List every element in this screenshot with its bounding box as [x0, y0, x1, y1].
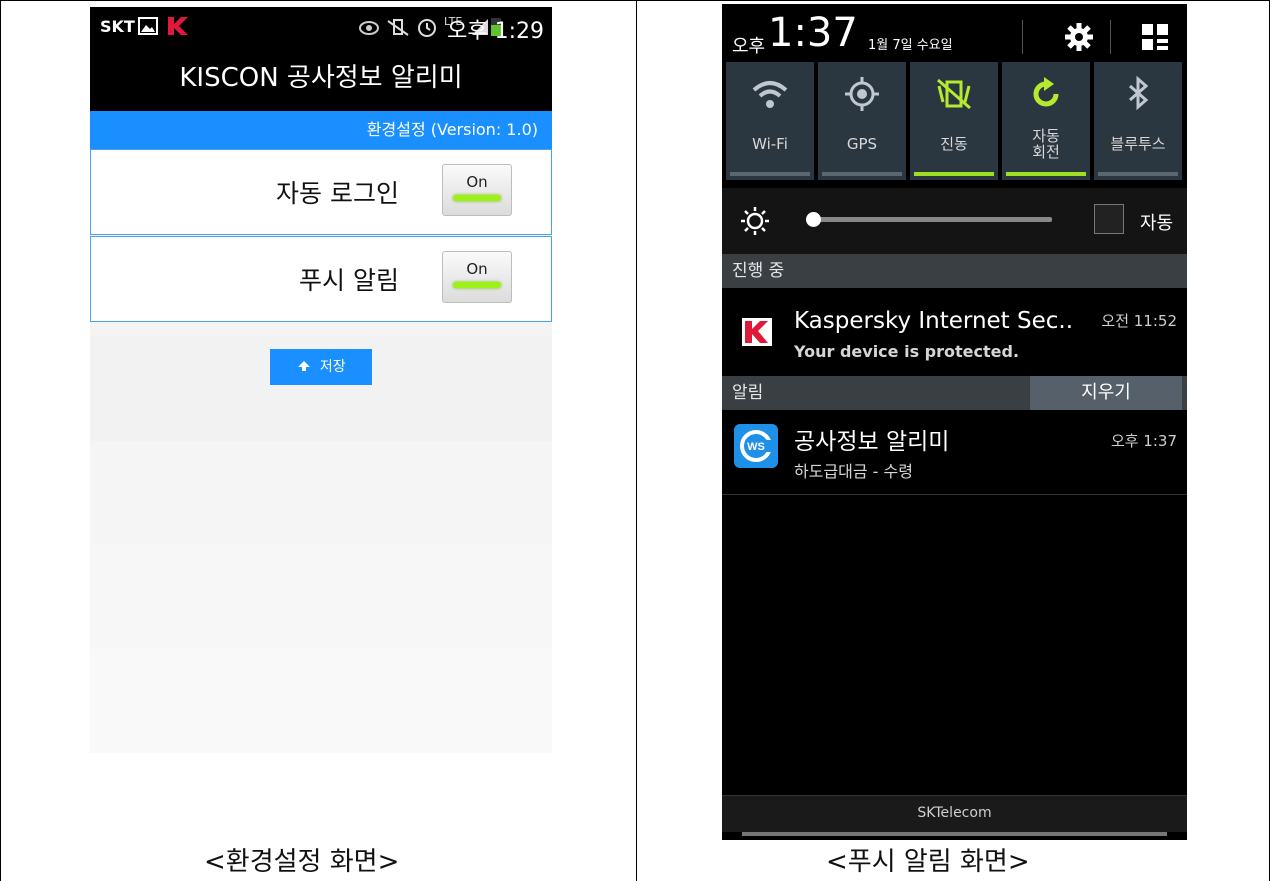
gallery-icon — [138, 17, 158, 35]
qs-tile-gps[interactable]: GPS — [818, 62, 906, 180]
auto-brightness-checkbox[interactable] — [1094, 204, 1124, 234]
toggle-indicator — [453, 282, 501, 288]
header-divider — [1110, 20, 1111, 54]
qs-tile-vibrate[interactable]: 진동 — [910, 62, 998, 180]
qs-label: 진동 — [940, 135, 968, 153]
notifications-label: 알림 — [732, 383, 764, 403]
svg-text:WS: WS — [747, 441, 765, 453]
notification-subtitle: 하도급대금 - 수령 — [794, 462, 913, 481]
bluetooth-icon — [1094, 75, 1182, 121]
header-ampm: 오후 — [732, 36, 766, 57]
version-bar: 환경설정 (Version: 1.0) — [90, 111, 552, 149]
qs-indicator — [730, 172, 810, 176]
gps-icon — [818, 76, 906, 121]
eye-icon — [359, 21, 379, 35]
bg-band — [90, 545, 552, 649]
bg-band — [90, 649, 552, 753]
gear-icon[interactable] — [1064, 22, 1094, 52]
ongoing-header: 진행 중 — [722, 254, 1187, 288]
bg-band — [90, 441, 552, 545]
qs-indicator — [822, 172, 902, 176]
header-date: 1월 7일 수요일 — [868, 38, 953, 53]
save-button[interactable]: 저장 — [270, 349, 372, 385]
status-time: 오후 1:29 — [447, 19, 544, 44]
upload-icon — [298, 361, 311, 371]
setting-row-push: 푸시 알림 On — [90, 236, 552, 322]
save-label: 저장 — [319, 359, 346, 375]
right-caption: <푸시 알림 화면> — [826, 847, 1030, 877]
setting-label: 자동 로그인 — [276, 179, 399, 208]
settings-screen: SKT LTE 오후 1:29 KISCON 공사정보 알리미 환경설정 (Ve… — [90, 7, 552, 753]
app-notification[interactable]: WS 공사정보 알리미 하도급대금 - 수령 오후 1:37 — [722, 410, 1187, 495]
cell-divider — [636, 0, 637, 881]
auto-login-toggle[interactable]: On — [442, 164, 512, 216]
quick-settings: Wi-Fi GPS 진동 자동 회전 블루투스 — [726, 62, 1184, 184]
qs-label: 자동 회전 — [1032, 127, 1060, 161]
clear-button[interactable]: 지우기 — [1030, 376, 1182, 410]
alarm-icon — [418, 19, 436, 37]
push-toggle[interactable]: On — [442, 251, 512, 303]
notification-title: 공사정보 알리미 — [794, 429, 950, 455]
notification-title: Kaspersky Internet Sec.. — [794, 308, 1074, 334]
brightness-icon — [741, 207, 769, 235]
header-divider — [1022, 20, 1023, 54]
qs-indicator — [914, 172, 994, 176]
kaspersky-icon — [168, 17, 188, 35]
toggle-label: On — [466, 260, 488, 278]
rotate-icon — [1002, 76, 1090, 121]
carrier-label: SKT — [100, 17, 135, 36]
toggle-indicator — [453, 195, 501, 201]
qs-tile-wifi[interactable]: Wi-Fi — [726, 62, 814, 180]
qs-label: Wi-Fi — [752, 135, 788, 153]
vibrate-icon — [387, 19, 409, 36]
notification-subtitle: Your device is protected. — [794, 342, 1020, 361]
status-bar: SKT LTE 오후 1:29 — [90, 7, 552, 47]
app-logo-icon: WS — [734, 424, 778, 468]
setting-label: 푸시 알림 — [299, 266, 399, 295]
qs-tile-auto-rotate[interactable]: 자동 회전 — [1002, 62, 1090, 180]
app-title: KISCON 공사정보 알리미 — [90, 47, 552, 111]
notification-screen: 오후 1:37 1월 7일 수요일 Wi-Fi GPS 진동 자동 회전 블루투… — [722, 4, 1187, 840]
vibrate-icon — [910, 76, 998, 121]
brightness-row: 자동 — [722, 188, 1187, 254]
wifi-icon — [726, 76, 814, 121]
setting-row-auto-login: 자동 로그인 On — [90, 149, 552, 235]
notification-time: 오전 11:52 — [1101, 312, 1177, 330]
kaspersky-notification[interactable]: Kaspersky Internet Sec.. Your device is … — [722, 288, 1187, 376]
kaspersky-icon — [742, 318, 772, 346]
qs-indicator — [1006, 172, 1086, 176]
header-time: 1:37 — [768, 10, 858, 56]
qs-label: GPS — [846, 135, 878, 153]
qs-tile-bluetooth[interactable]: 블루투스 — [1094, 62, 1182, 180]
left-caption: <환경설정 화면> — [204, 847, 400, 877]
qs-label: 블루투스 — [1110, 135, 1166, 153]
carrier-bar: SKTelecom — [722, 795, 1187, 832]
toggle-label: On — [466, 173, 488, 191]
brightness-thumb[interactable] — [806, 212, 821, 227]
auto-brightness-label: 자동 — [1140, 213, 1174, 234]
grid-menu-icon[interactable] — [1140, 22, 1170, 52]
drag-handle[interactable] — [742, 832, 1167, 836]
brightness-slider[interactable] — [806, 217, 1052, 222]
notifications-header: 알림 지우기 — [722, 376, 1187, 410]
notification-time: 오후 1:37 — [1110, 432, 1177, 450]
qs-indicator — [1098, 172, 1178, 176]
